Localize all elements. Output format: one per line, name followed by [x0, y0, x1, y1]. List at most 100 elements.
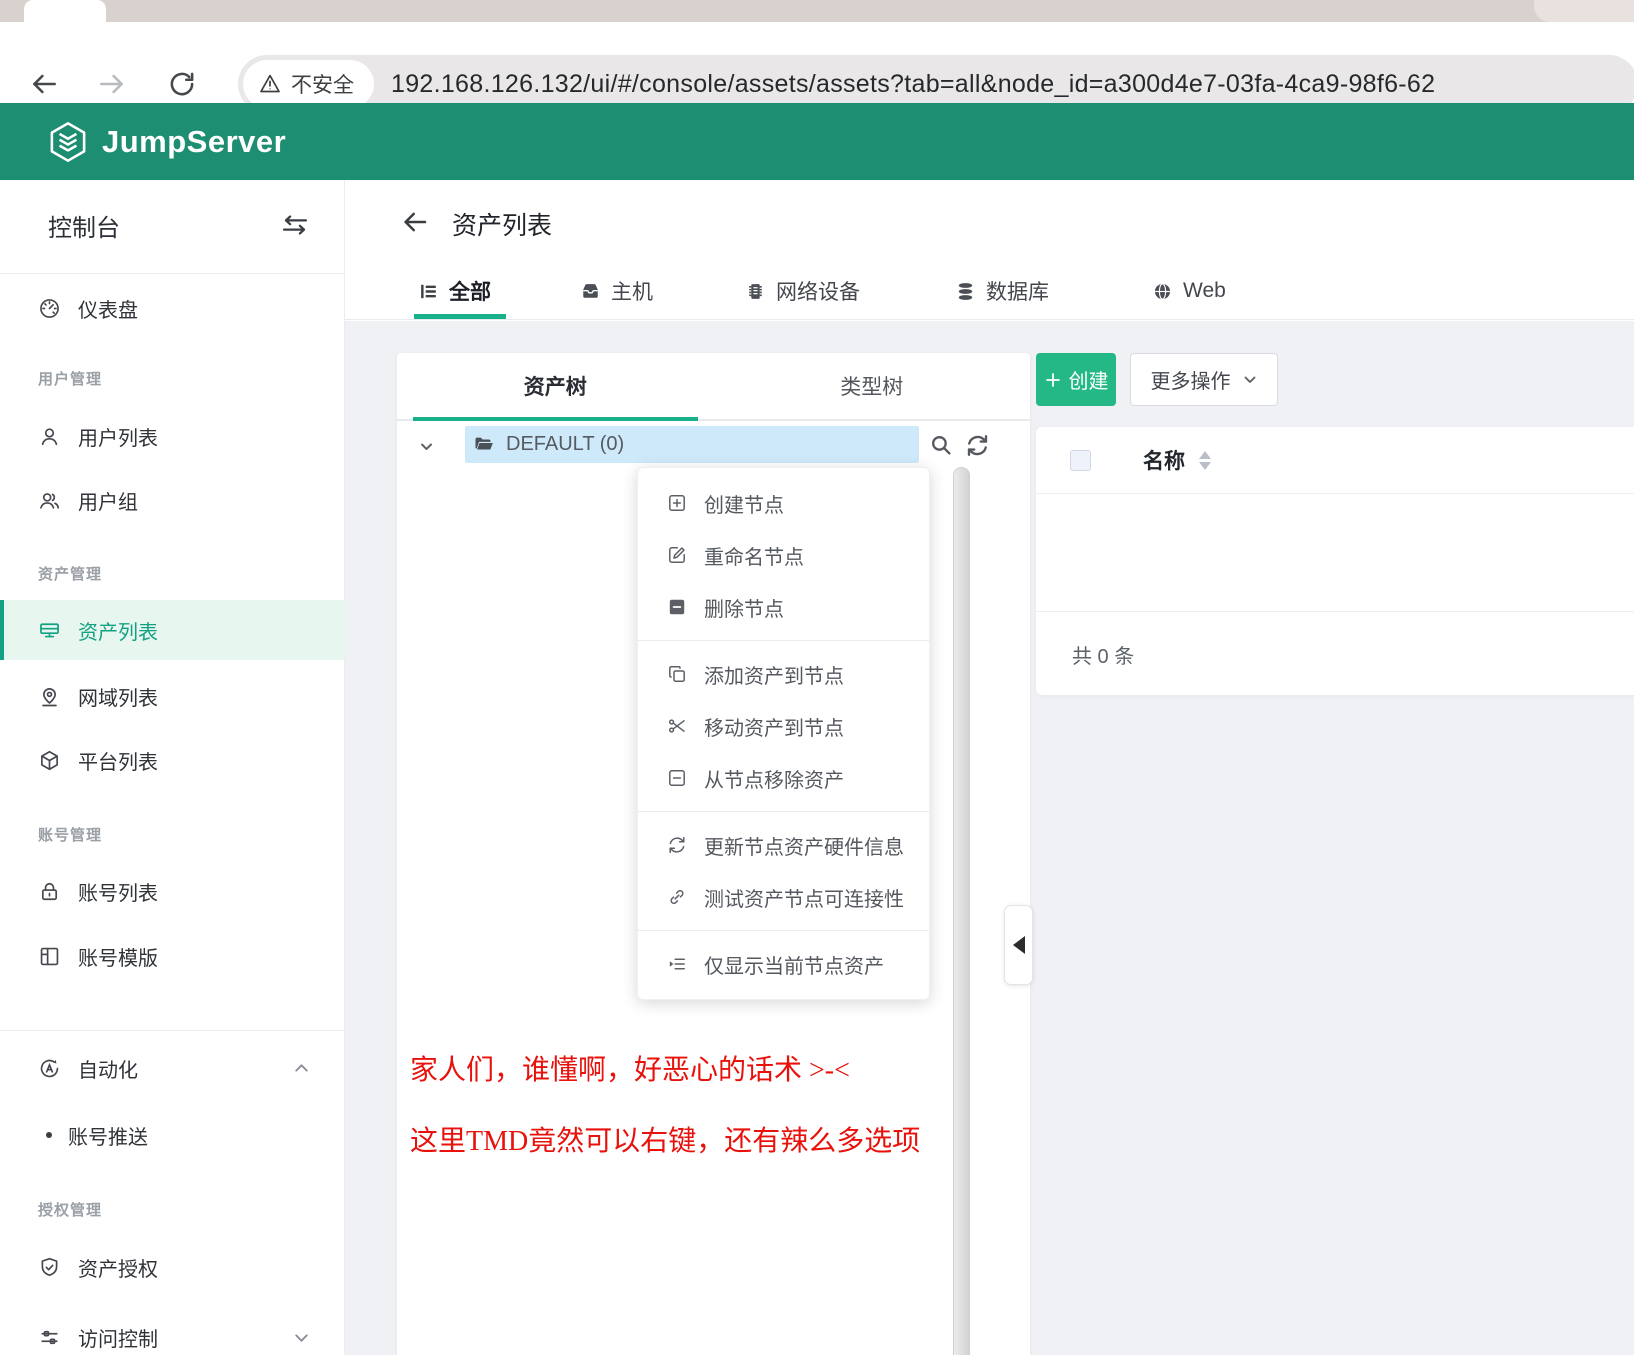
browser-tab-corner: [1534, 0, 1634, 22]
menu-item-label: 测试资产节点可连接性: [704, 883, 904, 912]
security-label: 不安全: [291, 69, 354, 99]
forward-icon[interactable]: [96, 68, 128, 100]
table-empty-row: [1036, 494, 1634, 612]
chevron-down-icon[interactable]: [292, 1328, 311, 1347]
tree-node-label: DEFAULT (0): [506, 433, 624, 456]
menu-item-rename-node[interactable]: 重命名节点: [638, 529, 929, 581]
chevron-up-icon[interactable]: [292, 1059, 311, 1078]
tree-search-icon[interactable]: [929, 433, 954, 458]
folder-open-icon: [473, 434, 495, 456]
tab-hosts[interactable]: 主机: [580, 268, 653, 314]
sidebar-item-label: 用户组: [78, 486, 138, 515]
menu-item-test-connectivity[interactable]: 测试资产节点可连接性: [638, 871, 929, 923]
column-header-name[interactable]: 名称: [1143, 445, 1185, 475]
menu-item-update-hardware-info[interactable]: 更新节点资产硬件信息: [638, 819, 929, 871]
tab-databases[interactable]: 数据库: [955, 268, 1049, 314]
view-switch-icon[interactable]: [280, 210, 310, 240]
menu-item-label: 添加资产到节点: [704, 660, 844, 689]
list-all-icon: [418, 281, 439, 302]
globe-icon: [1152, 281, 1173, 302]
create-button-label: 创建: [1069, 365, 1109, 394]
sidebar-item-label: 资产列表: [78, 616, 158, 645]
menu-item-create-node[interactable]: 创建节点: [638, 477, 929, 529]
menu-item-remove-assets-from-node[interactable]: 从节点移除资产: [638, 752, 929, 804]
sidebar-item-label: 仪表盘: [78, 294, 138, 323]
url-text[interactable]: 192.168.126.132/ui/#/console/assets/asse…: [391, 70, 1435, 99]
automation-icon: [38, 1057, 61, 1080]
users-icon: [38, 489, 61, 512]
list-current-icon: [667, 954, 687, 974]
sidebar-item-user-groups[interactable]: 用户组: [0, 470, 345, 530]
tree-node-chevron-icon[interactable]: [417, 437, 436, 456]
tab-label: 全部: [449, 276, 491, 306]
tab-type-tree[interactable]: 类型树: [714, 353, 1031, 419]
sidebar-item-asset-perms[interactable]: 资产授权: [0, 1237, 345, 1297]
sidebar-item-label: 网域列表: [78, 682, 158, 711]
select-all-checkbox[interactable]: [1070, 450, 1091, 471]
tab-all[interactable]: 全部: [418, 268, 491, 314]
tree-refresh-icon[interactable]: [965, 433, 990, 458]
menu-item-move-assets-to-node[interactable]: 移动资产到节点: [638, 700, 929, 752]
tab-label: Web: [1183, 279, 1226, 303]
content-header: 资产列表 全部 主机 网络设备 数据库 Web: [345, 180, 1634, 320]
site-security-chip[interactable]: 不安全: [243, 60, 374, 108]
tab-network-devices[interactable]: 网络设备: [745, 268, 860, 314]
sidebar-item-account-push[interactable]: 账号推送: [0, 1105, 345, 1165]
app-header: JumpServer: [0, 103, 1634, 180]
warning-triangle-icon: [258, 72, 282, 96]
tree-node-default[interactable]: DEFAULT (0): [465, 426, 919, 463]
sidebar-item-account-list[interactable]: 账号列表: [0, 861, 345, 921]
tab-label: 数据库: [986, 276, 1049, 306]
asset-table: 名称 共 0 条: [1036, 427, 1634, 695]
tree-scrollbar[interactable]: [953, 467, 970, 1355]
minus-square-icon: [667, 768, 687, 788]
sidebar-item-account-template[interactable]: 账号模版: [0, 926, 345, 986]
menu-item-label: 移动资产到节点: [704, 712, 844, 741]
sidebar-item-dashboard[interactable]: 仪表盘: [0, 278, 345, 338]
menu-item-label: 创建节点: [704, 489, 784, 518]
sidebar-item-domain-list[interactable]: 网域列表: [0, 666, 345, 726]
menu-item-delete-node[interactable]: 删除节点: [638, 581, 929, 633]
total-count-label: 共 0 条: [1072, 640, 1134, 669]
database-icon: [955, 281, 976, 302]
menu-item-label: 仅显示当前节点资产: [704, 950, 884, 979]
sidebar-item-user-list[interactable]: 用户列表: [0, 406, 345, 466]
tab-web[interactable]: Web: [1152, 268, 1226, 314]
plus-icon: [1044, 371, 1062, 389]
panel-collapse-handle[interactable]: [1004, 905, 1033, 985]
lock-icon: [38, 880, 61, 903]
tab-asset-tree[interactable]: 资产树: [397, 353, 714, 419]
sidebar-section-users: 用户管理: [38, 368, 102, 389]
more-actions-button[interactable]: 更多操作: [1130, 353, 1278, 406]
page-back-icon[interactable]: [400, 207, 430, 237]
user-icon: [38, 425, 61, 448]
asset-monitor-icon: [38, 619, 61, 642]
sort-carets-icon[interactable]: [1199, 451, 1211, 470]
sidebar-item-platform-list[interactable]: 平台列表: [0, 730, 345, 790]
menu-item-add-assets-to-node[interactable]: 添加资产到节点: [638, 648, 929, 700]
sidebar-item-access-control[interactable]: 访问控制: [0, 1307, 345, 1355]
reload-icon[interactable]: [166, 68, 198, 100]
map-pin-icon: [38, 685, 61, 708]
menu-item-show-current-node-assets[interactable]: 仅显示当前节点资产: [638, 938, 929, 990]
create-button[interactable]: 创建: [1036, 353, 1116, 406]
chevron-down-icon: [1242, 372, 1258, 388]
scissors-icon: [667, 716, 687, 736]
minus-square-filled-icon: [667, 597, 687, 617]
sidebar: 控制台 仪表盘 用户管理 用户列表 用户组 资产管理 资产列表 网域列表: [0, 180, 345, 1355]
browser-tab-strip: [0, 0, 1634, 22]
sidebar-item-automation[interactable]: 自动化: [0, 1038, 345, 1098]
menu-item-label: 删除节点: [704, 593, 784, 622]
sidebar-item-label: 资产授权: [78, 1253, 158, 1282]
sidebar-divider: [0, 1030, 345, 1031]
sidebar-item-asset-list[interactable]: 资产列表: [0, 600, 345, 660]
more-actions-label: 更多操作: [1151, 365, 1231, 394]
browser-toolbar: 不安全 192.168.126.132/ui/#/console/assets/…: [0, 22, 1634, 103]
back-icon[interactable]: [28, 68, 60, 100]
sidebar-item-label: 账号列表: [78, 877, 158, 906]
browser-active-tab[interactable]: [24, 0, 106, 22]
menu-item-label: 更新节点资产硬件信息: [704, 831, 904, 860]
network-device-icon: [745, 281, 766, 302]
annotation-line-2: 这里TMD竟然可以右键，还有辣么多选项: [410, 1119, 920, 1159]
access-control-icon: [38, 1326, 61, 1349]
